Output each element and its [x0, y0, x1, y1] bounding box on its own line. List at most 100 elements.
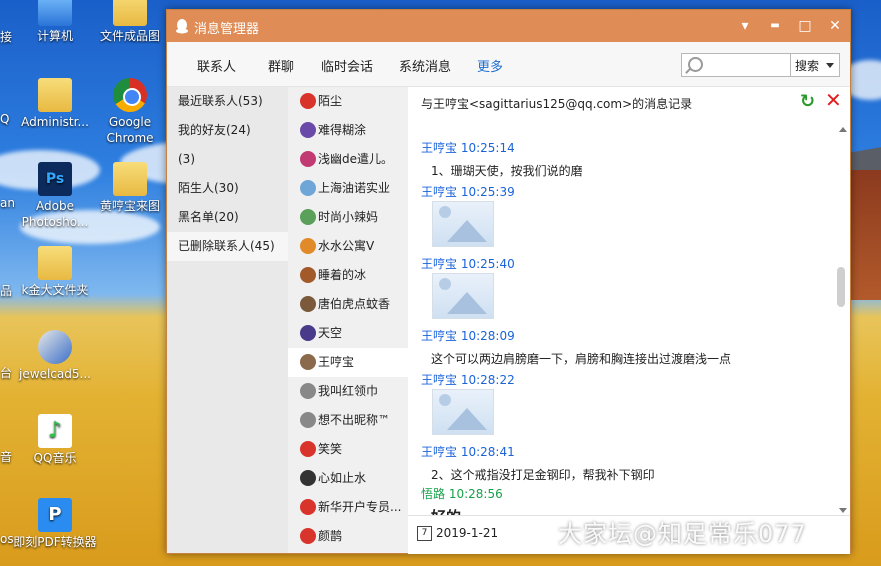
message-manager-window: 消息管理器 ▾ ▬ □ ✕ 联系人 群聊 临时会话 系统消息 更多 搜索 最近联… — [166, 9, 851, 554]
contact-item[interactable]: 陌尘 — [288, 87, 408, 116]
contact-item[interactable]: 浅幽de遣儿。 — [288, 145, 408, 174]
menu-dropdown-button[interactable]: ▾ — [735, 16, 755, 36]
tab-contacts[interactable]: 联系人 — [197, 56, 236, 75]
calendar-icon[interactable]: 7 — [417, 526, 432, 541]
avatar — [300, 208, 316, 225]
desktop-icon-qqmusic[interactable]: ♪ QQ音乐 — [10, 414, 100, 466]
avatar — [300, 324, 316, 341]
category-item[interactable]: (3) — [167, 145, 288, 174]
message-sender-self: 悟路 10:28:56 — [421, 487, 503, 501]
contact-name: 水水公寓V — [318, 239, 375, 253]
contact-name: 难得糊涂 — [318, 123, 367, 137]
contact-name: 王哼宝 — [318, 355, 355, 369]
contact-name: 新华开户专员... — [318, 500, 402, 514]
avatar — [300, 411, 316, 428]
category-item-selected[interactable]: 已删除联系人(45) — [167, 232, 288, 261]
tab-temp-sessions[interactable]: 临时会话 — [321, 56, 373, 75]
contact-name: 我叫红领巾 — [318, 384, 379, 398]
folder-icon — [113, 162, 147, 196]
window-title: 消息管理器 — [194, 22, 260, 37]
desktop-icon-folder[interactable]: 文件成品图 — [85, 0, 175, 44]
message-text: 2、这个戒指没打足金钢印，帮我补下钢印 — [431, 468, 655, 482]
computer-icon — [38, 0, 72, 26]
title-bar[interactable]: 消息管理器 ▾ ▬ □ ✕ — [167, 10, 850, 42]
contact-name: 天空 — [318, 326, 343, 340]
maximize-button[interactable]: □ — [795, 16, 815, 36]
contact-item[interactable]: 颜鹊 — [288, 522, 408, 551]
avatar — [300, 469, 316, 486]
image-thumbnail[interactable] — [432, 273, 494, 319]
desktop-icon-pdf-converter[interactable]: P 即刻PDF转换器 — [10, 498, 100, 550]
desktop-icon-folder[interactable]: k金大文件夹 — [10, 246, 100, 298]
user-folder-icon — [38, 78, 72, 112]
date-text: 2019-1-21 — [436, 526, 499, 540]
desktop-icon-jewelcad[interactable]: jewelcad5... — [10, 330, 100, 382]
contact-item[interactable]: 睡着的冰 — [288, 261, 408, 290]
close-button[interactable]: ✕ — [825, 16, 845, 36]
contact-item[interactable]: 我叫红领巾 — [288, 377, 408, 406]
contact-item[interactable]: 时尚小辣妈 — [288, 203, 408, 232]
minimize-button[interactable]: ▬ — [765, 16, 785, 36]
refresh-icon[interactable]: ↻ — [800, 93, 818, 111]
contact-item[interactable]: 心如止水 — [288, 464, 408, 493]
avatar — [300, 440, 316, 457]
vertical-scrollbar[interactable] — [834, 125, 850, 515]
message-sender: 王哼宝 10:28:41 — [421, 445, 515, 459]
contact-name: 笑笑 — [318, 442, 343, 456]
desktop-icon-folder[interactable]: 黄哼宝来图 — [85, 162, 175, 214]
avatar — [300, 498, 316, 515]
chrome-icon — [113, 78, 147, 112]
avatar — [300, 179, 316, 196]
search-scope-dropdown[interactable]: 搜索 — [790, 53, 840, 77]
contact-name: 睡着的冰 — [318, 268, 367, 282]
scroll-up-arrow-icon[interactable] — [839, 127, 847, 132]
message-sender: 王哼宝 10:25:14 — [421, 141, 515, 155]
desktop-icon-chrome[interactable]: Google Chrome — [85, 78, 175, 146]
contact-name: 时尚小辣妈 — [318, 210, 379, 224]
category-item[interactable]: 陌生人(30) — [167, 174, 288, 203]
barn — [848, 170, 881, 300]
contact-name: 浅幽de遣儿。 — [318, 152, 394, 166]
contact-item[interactable]: 想不出昵称™ — [288, 406, 408, 435]
search-box[interactable] — [681, 53, 791, 77]
avatar — [300, 150, 316, 167]
image-thumbnail[interactable] — [432, 201, 494, 247]
message-sender: 王哼宝 10:28:22 — [421, 373, 515, 387]
contact-item[interactable]: 水水公寓V — [288, 232, 408, 261]
contact-name: 陌尘 — [318, 94, 343, 108]
folder-icon — [113, 0, 147, 26]
search-input[interactable] — [706, 56, 790, 74]
avatar — [300, 382, 316, 399]
category-item[interactable]: 最近联系人(53) — [167, 87, 288, 116]
avatar — [300, 527, 316, 544]
avatar — [300, 237, 316, 254]
avatar — [300, 353, 316, 370]
contact-item[interactable]: 难得糊涂 — [288, 116, 408, 145]
qq-penguin-icon — [176, 19, 188, 34]
tab-system-messages[interactable]: 系统消息 — [399, 56, 451, 75]
message-text: 好的 — [431, 506, 461, 515]
message-text: 1、珊瑚天使，按我们说的磨 — [431, 164, 583, 178]
contact-item-selected[interactable]: 王哼宝 — [288, 348, 408, 377]
contact-item[interactable]: 唐伯虎点蚊香 — [288, 290, 408, 319]
scroll-down-arrow-icon[interactable] — [839, 508, 847, 513]
image-thumbnail[interactable] — [432, 389, 494, 435]
pdf-converter-icon: P — [38, 498, 72, 532]
category-item[interactable]: 黑名单(20) — [167, 203, 288, 232]
message-sender: 王哼宝 10:25:39 — [421, 185, 515, 199]
tab-more[interactable]: 更多 — [477, 56, 503, 75]
contact-item[interactable]: 天空 — [288, 319, 408, 348]
chat-header: 与王哼宝<sagittarius125@qq.com>的消息记录 — [421, 97, 693, 111]
contact-item[interactable]: 新华开户专员... — [288, 493, 408, 522]
contact-name: 唐伯虎点蚊香 — [318, 297, 391, 311]
desktop-partial-label: Q — [0, 112, 10, 126]
photoshop-icon: Ps — [38, 162, 72, 196]
scrollbar-thumb[interactable] — [837, 267, 845, 307]
delete-icon[interactable]: ✕ — [825, 90, 843, 110]
message-history-pane: 与王哼宝<sagittarius125@qq.com>的消息记录 ↻ ✕ 王哼宝… — [408, 87, 850, 515]
jewelcad-icon — [38, 330, 72, 364]
contact-item[interactable]: 上海油诺实业 — [288, 174, 408, 203]
tab-group-chats[interactable]: 群聊 — [268, 56, 294, 75]
category-item[interactable]: 我的好友(24) — [167, 116, 288, 145]
contact-item[interactable]: 笑笑 — [288, 435, 408, 464]
